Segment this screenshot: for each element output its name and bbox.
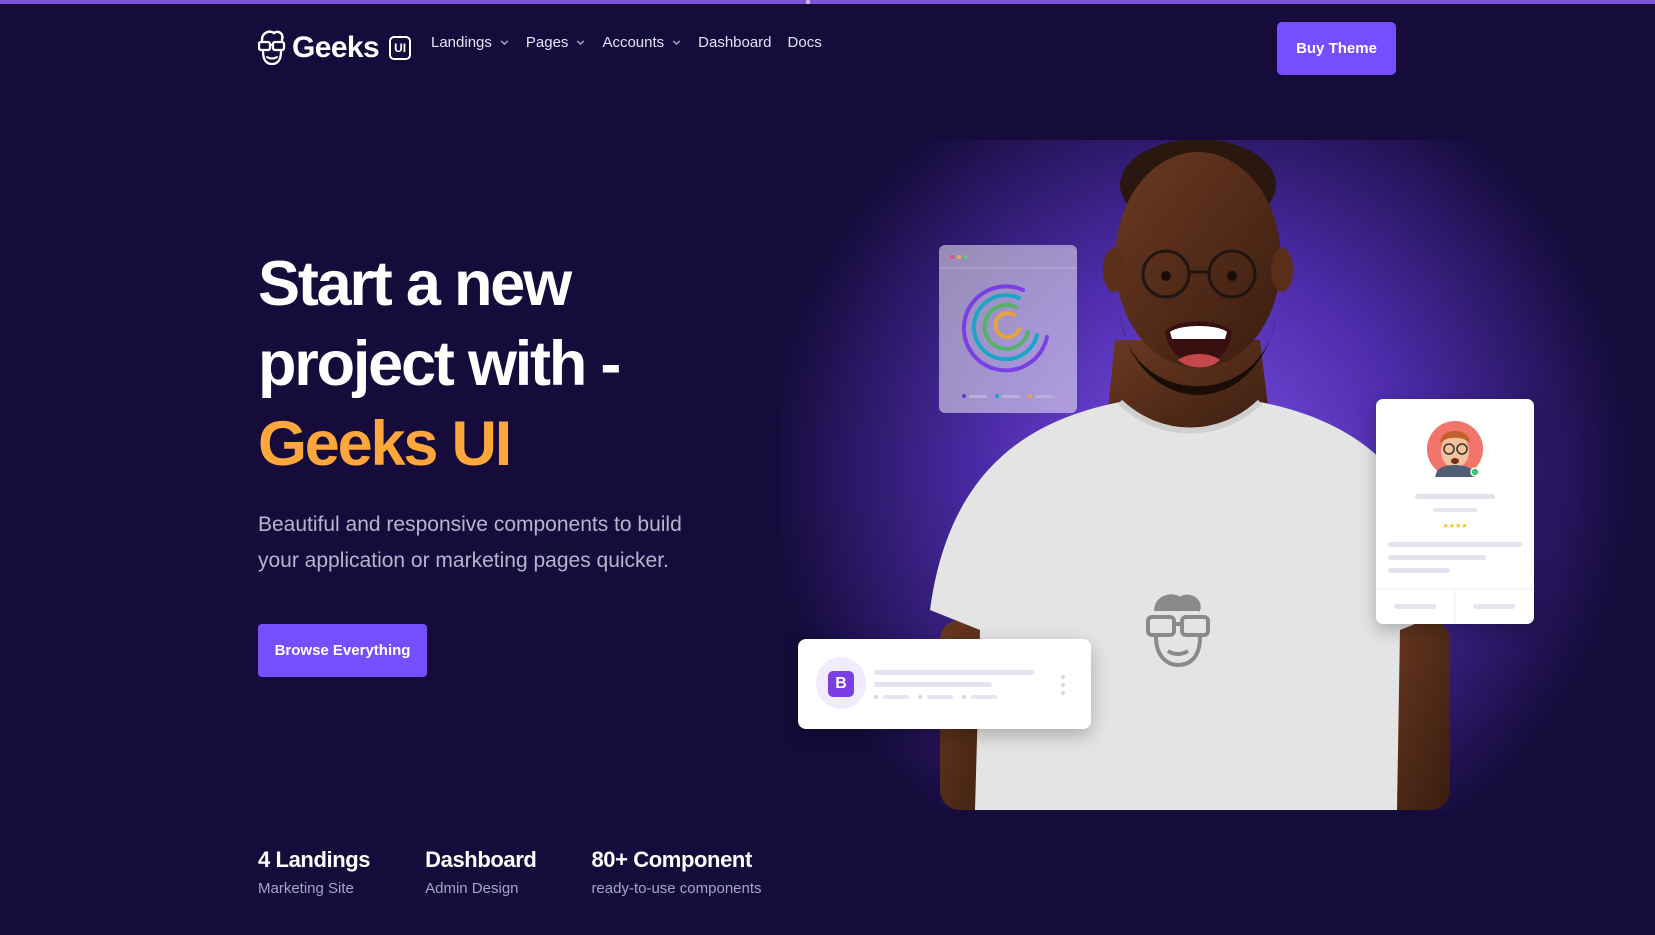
placeholder-line	[971, 695, 997, 699]
nav-item-label: Pages	[525, 34, 569, 51]
nav-item-label: Dashboard	[698, 34, 772, 51]
chevron-down-icon	[577, 40, 585, 46]
nav-item-pages[interactable]: Pages	[526, 34, 587, 51]
placeholder-line	[883, 695, 909, 699]
stat-components: 80+ Component ready-to-use components	[591, 846, 761, 900]
placeholder-line	[927, 695, 953, 699]
stat-subtitle: Marketing Site	[258, 880, 354, 897]
browse-everything-button[interactable]: Browse Everything	[258, 624, 427, 677]
placeholder-dot	[962, 695, 966, 699]
svg-text:★★★★: ★★★★	[1442, 522, 1467, 530]
more-vertical-icon	[1061, 675, 1065, 695]
stat-subtitle: Admin Design	[425, 880, 519, 897]
brand-badge: UI	[389, 36, 412, 60]
stat-landings: 4 Landings Marketing Site	[258, 846, 371, 900]
stat-title: 4 Landings	[258, 847, 371, 872]
brand-logo[interactable]: Geeks UI	[258, 28, 412, 68]
placeholder-dot	[874, 695, 878, 699]
placeholder-line	[874, 670, 1034, 675]
nav-item-dashboard[interactable]: Dashboard	[698, 34, 771, 51]
hero-title: Start a new project with - Geeks UI	[258, 244, 818, 484]
hero-title-highlight: Geeks UI	[258, 409, 512, 479]
stat-title: 80+ Component	[591, 847, 752, 872]
stat-subtitle: ready-to-use components	[591, 880, 762, 897]
nav-item-label: Landings	[431, 34, 492, 51]
hero-title-line: project with -	[258, 329, 621, 399]
stats-row: 4 Landings Marketing Site Dashboard Admi…	[258, 846, 817, 900]
nav-item-label: Docs	[787, 34, 822, 51]
nav-item-docs[interactable]: Docs	[788, 34, 822, 51]
hero-title-line: Start a new	[258, 249, 572, 319]
bootstrap-icon: B	[828, 671, 854, 697]
placeholder-dot	[918, 695, 922, 699]
chevron-down-icon	[672, 40, 681, 46]
profile-preview-card: ★★★★	[1376, 399, 1534, 624]
nav-item-label: Accounts	[602, 34, 665, 51]
component-preview-card: B	[798, 639, 1091, 729]
geek-face-icon	[258, 30, 286, 66]
buy-theme-button[interactable]: Buy Theme	[1277, 22, 1396, 75]
bootstrap-icon-wrapper: B	[816, 657, 866, 709]
stat-title: Dashboard	[425, 847, 537, 872]
navbar: Geeks UI Landings Pages Accounts Dashboa…	[0, 4, 1655, 94]
stat-dashboard: Dashboard Admin Design	[425, 846, 537, 900]
chevron-down-icon	[500, 40, 509, 46]
nav-item-landings[interactable]: Landings	[431, 34, 510, 51]
main-menu: Landings Pages Accounts Dashboard Docs	[431, 34, 838, 51]
hero-subtitle: Beautiful and responsive components to b…	[258, 513, 682, 572]
brand-name: Geeks	[292, 31, 380, 64]
nav-item-accounts[interactable]: Accounts	[602, 34, 682, 51]
placeholder-line	[874, 682, 992, 687]
chart-preview-card	[939, 245, 1077, 413]
